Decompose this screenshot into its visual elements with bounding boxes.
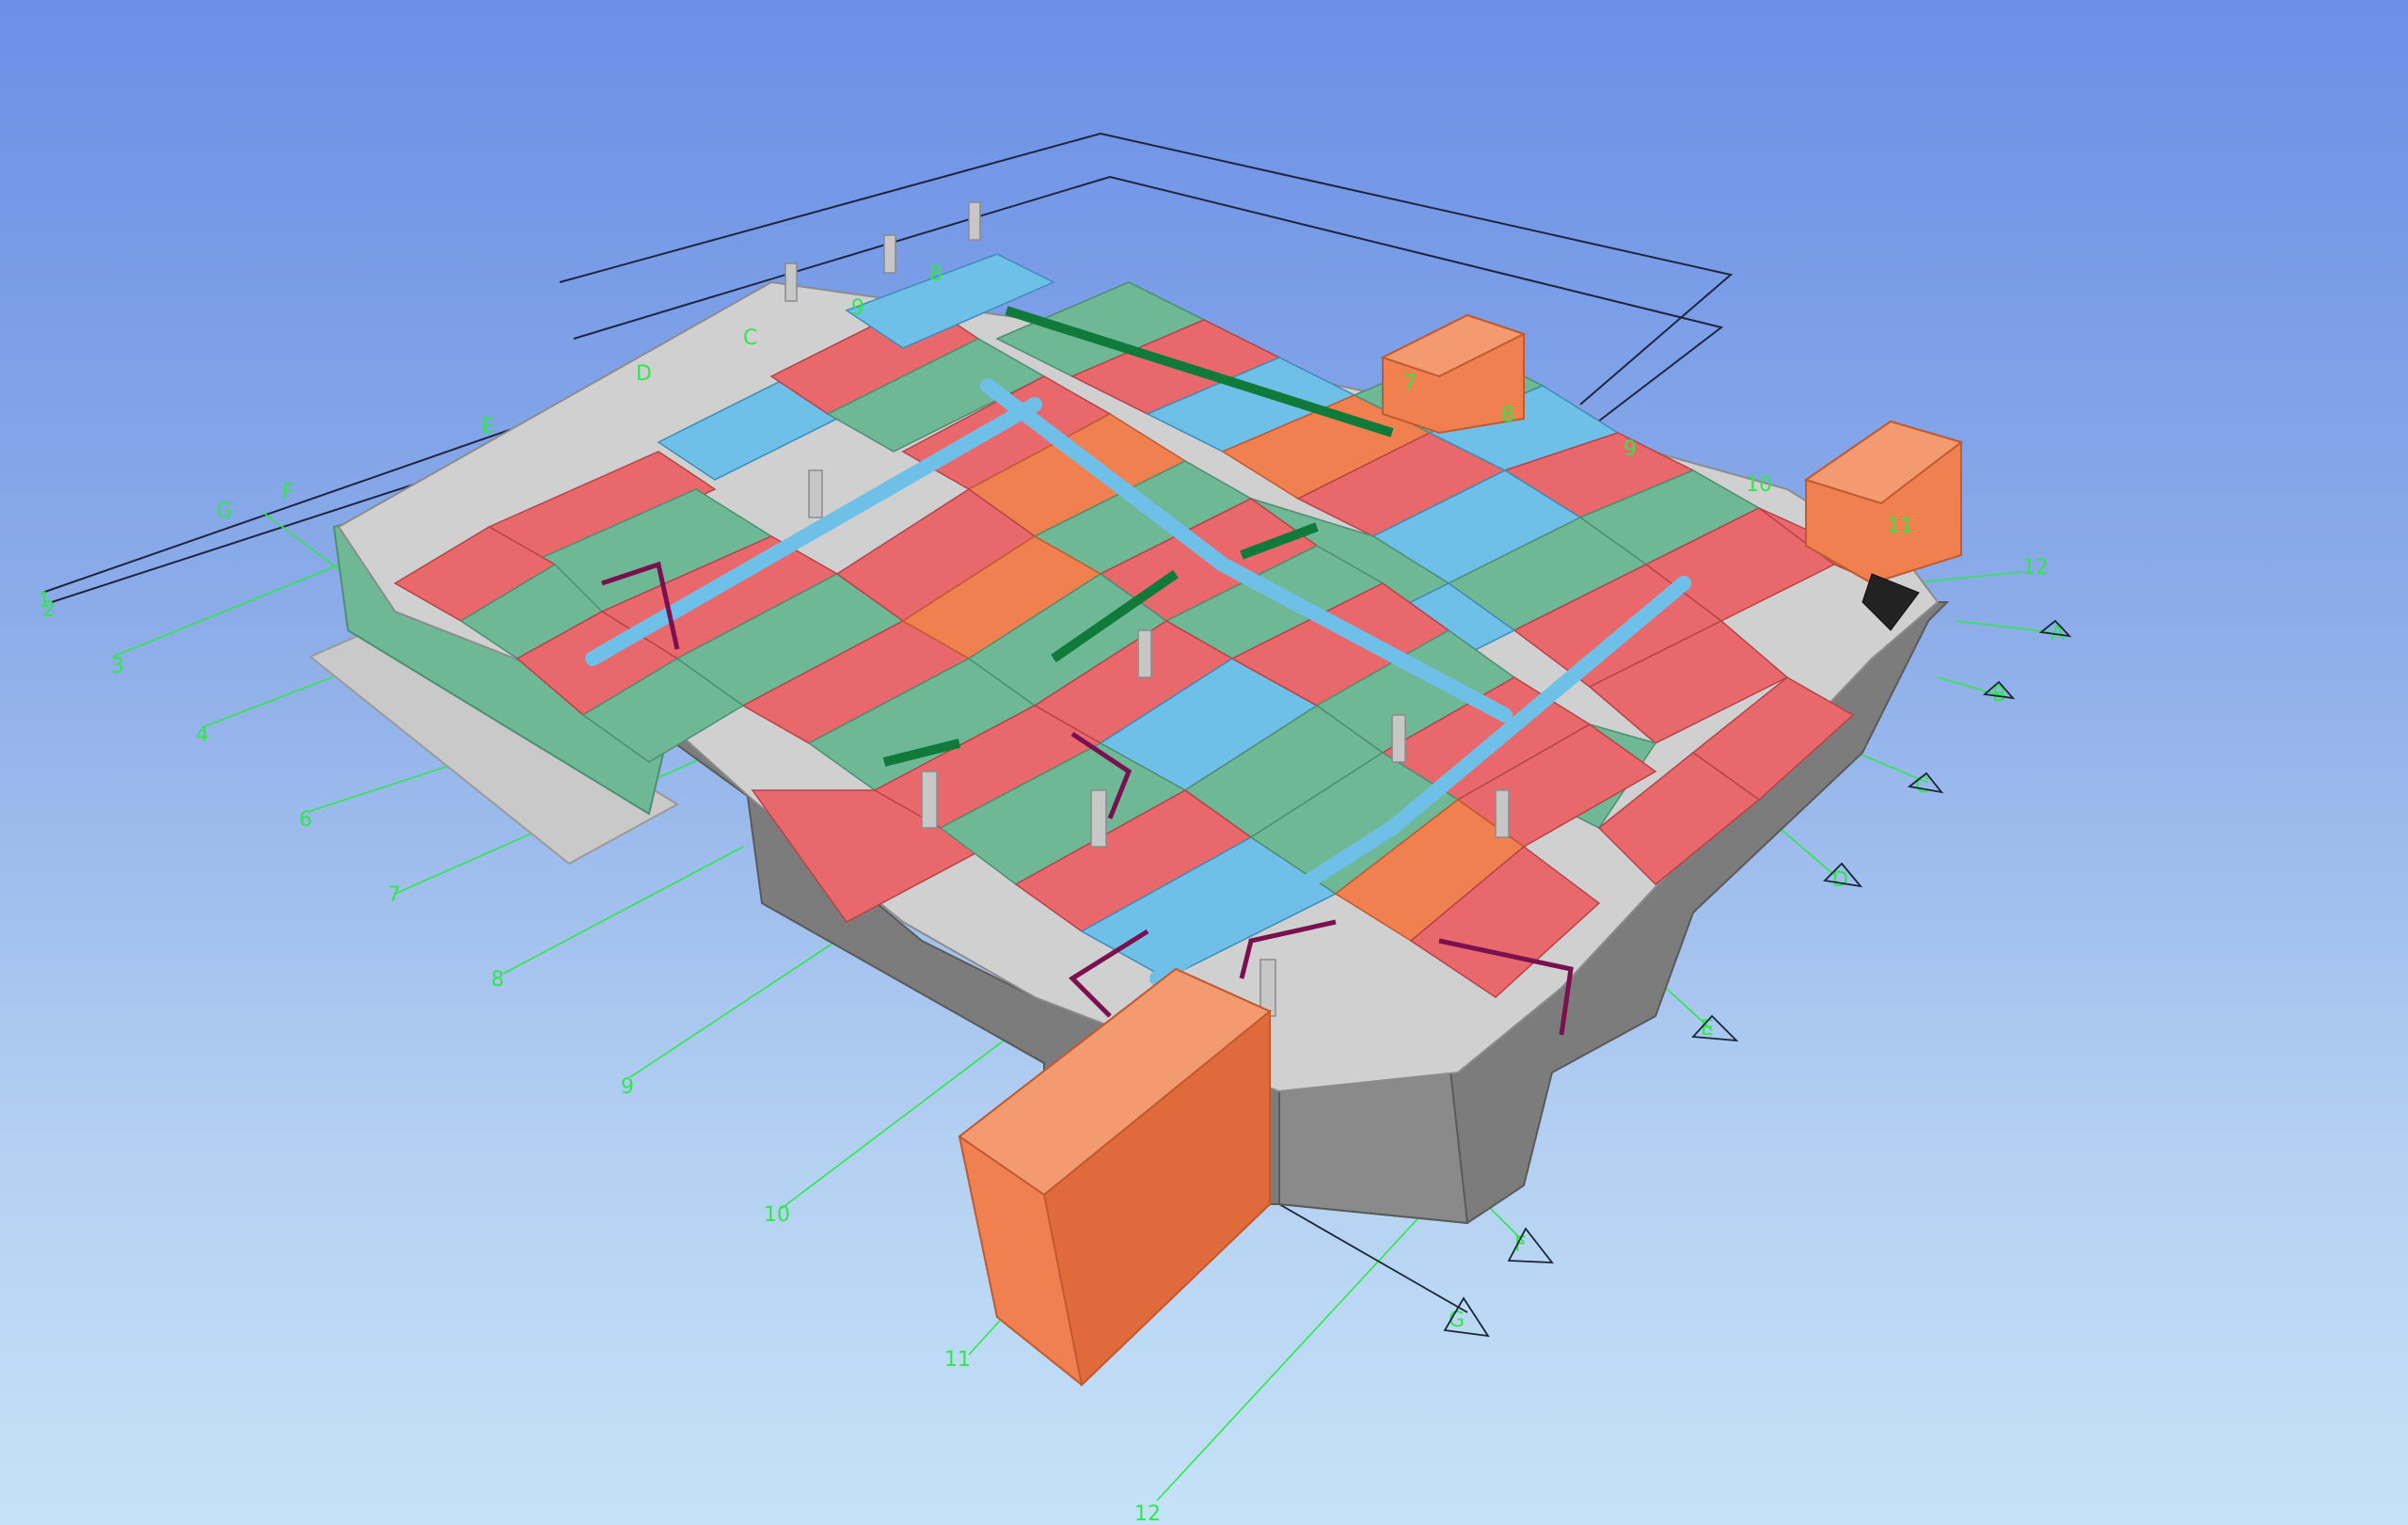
grid-label-8-mid: 8 [1501,404,1514,427]
grid-label-8-top: 8 [929,262,943,286]
grid-label-2: 2 [42,598,55,622]
model-viewport[interactable]: 1 2 3 4 6 7 8 9 10 11 12 G F E D C A B C… [0,0,2408,1525]
grid-label-11-top: 11 [1887,515,1913,538]
shaft-right [1803,420,1964,585]
grid-label-10-top: 10 [1746,473,1772,497]
grid-label-D-right: D [1832,868,1848,892]
grid-label-12: 12 [1134,1502,1161,1525]
grid-label-E-left: E [482,415,495,438]
grid-label-G-left: G [216,500,232,523]
grid-label-12-top: 12 [2022,556,2049,580]
grid-label-7-top: 7 [1403,372,1417,395]
grid-label-9: 9 [621,1075,634,1099]
grid-label-C-right: C [1915,774,1929,798]
building-model-3d[interactable]: 1 2 3 4 6 7 8 9 10 11 12 G F E D C A B C… [0,0,2408,1525]
grid-label-9-top: 9 [851,296,864,320]
grid-label-10: 10 [764,1203,790,1227]
grid-label-7: 7 [388,883,401,907]
grid-label-9-mid: 9 [1624,437,1637,461]
grid-label-3: 3 [111,655,124,678]
grid-label-11: 11 [944,1348,971,1372]
grid-label-6: 6 [299,808,312,832]
grid-label-F-left: F [282,481,294,504]
grid-label-4: 4 [196,723,209,747]
grid-label-C-left: C [743,326,757,350]
grid-label-D-left: D [636,362,652,386]
grid-label-8: 8 [491,968,504,992]
